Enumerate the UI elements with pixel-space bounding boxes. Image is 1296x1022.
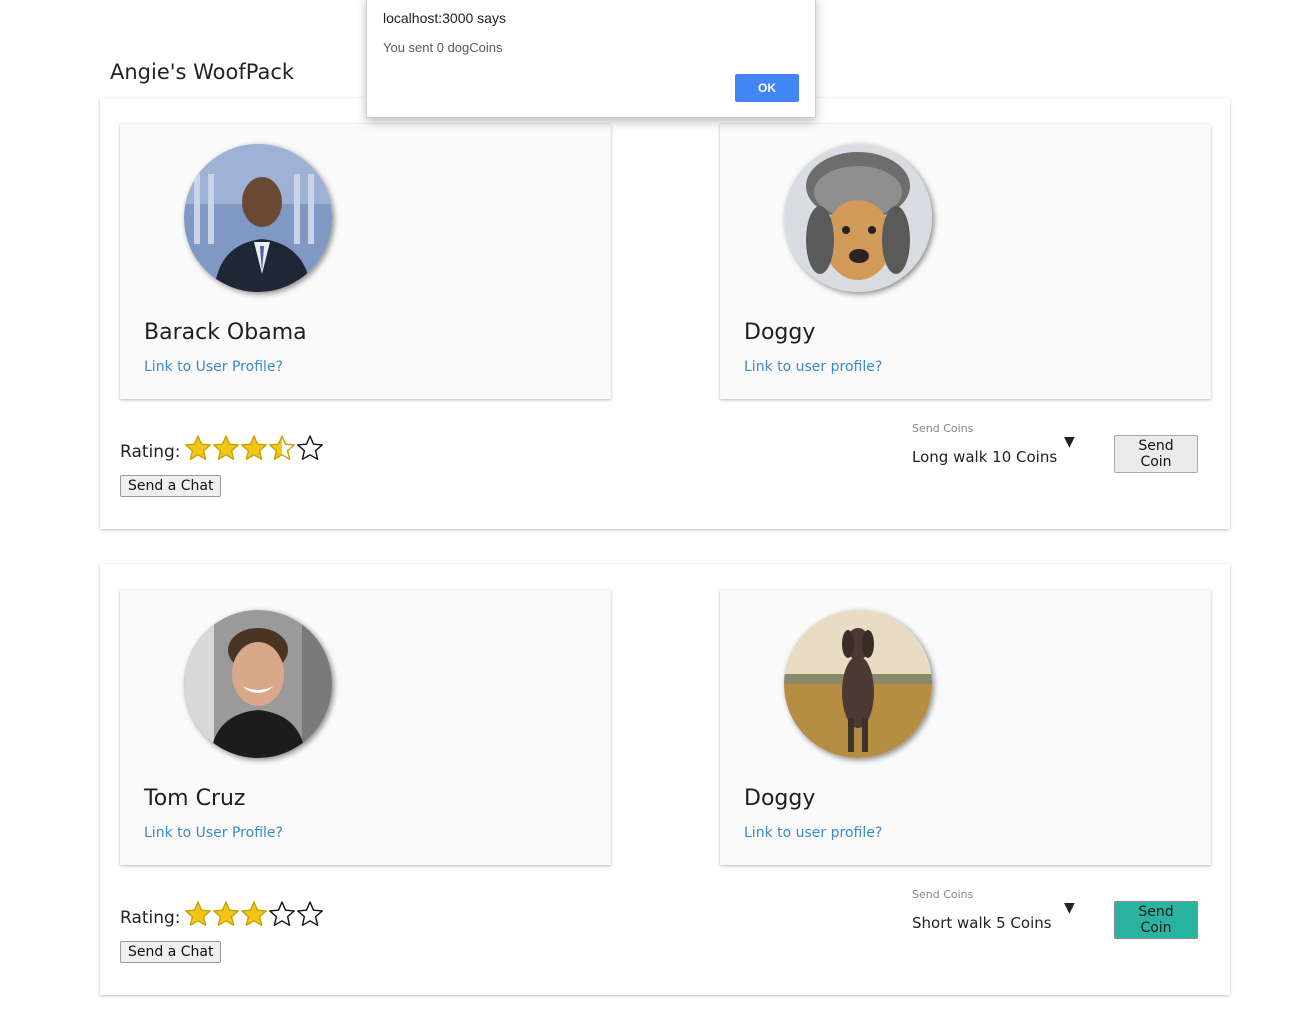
send-coin-button[interactable]: Send Coin	[1114, 435, 1198, 473]
send-chat-button[interactable]: Send a Chat	[120, 475, 222, 497]
dog-avatar	[784, 610, 932, 758]
send-coins-label: Send Coins	[912, 422, 974, 435]
pack-pair-card: Barack Obama Link to User Profile? Doggy…	[100, 98, 1230, 529]
star-half-icon[interactable]	[268, 434, 296, 462]
dog-avatar	[784, 144, 932, 292]
send-coin-button[interactable]: Send Coin	[1114, 901, 1198, 939]
star-filled-icon[interactable]	[184, 900, 212, 928]
dog-card: Doggy Link to user profile?	[720, 590, 1211, 865]
star-filled-icon[interactable]	[240, 900, 268, 928]
dialog-title: localhost:3000 says	[383, 10, 506, 26]
pack-pair-card: Tom Cruz Link to User Profile? Doggy Lin…	[100, 564, 1230, 995]
dog-name: Doggy	[744, 320, 816, 345]
dialog-ok-button[interactable]: OK	[735, 74, 799, 102]
rating-label: Rating:	[120, 908, 181, 928]
dropdown-arrow-icon[interactable]: ▼	[1064, 900, 1075, 916]
star-filled-icon[interactable]	[184, 434, 212, 462]
send-chat-button[interactable]: Send a Chat	[120, 941, 222, 963]
human-name: Barack Obama	[144, 320, 307, 345]
dog-photo-icon	[784, 610, 932, 758]
rating-stars[interactable]	[184, 900, 324, 928]
star-filled-icon[interactable]	[212, 434, 240, 462]
dog-card: Doggy Link to user profile?	[720, 124, 1211, 399]
star-empty-icon[interactable]	[296, 434, 324, 462]
human-avatar	[184, 610, 332, 758]
alert-dialog: localhost:3000 says You sent 0 dogCoins …	[366, 0, 816, 118]
dialog-message: You sent 0 dogCoins	[383, 40, 503, 55]
coin-option-select[interactable]: Long walk 10 Coins	[912, 448, 1057, 466]
dog-profile-link[interactable]: Link to user profile?	[744, 359, 882, 375]
human-profile-link[interactable]: Link to User Profile?	[144, 359, 283, 375]
human-profile-link[interactable]: Link to User Profile?	[144, 825, 283, 841]
star-empty-icon[interactable]	[268, 900, 296, 928]
human-card: Tom Cruz Link to User Profile?	[120, 590, 611, 865]
dog-profile-link[interactable]: Link to user profile?	[744, 825, 882, 841]
human-name: Tom Cruz	[144, 786, 246, 811]
coin-option-select[interactable]: Short walk 5 Coins	[912, 914, 1052, 932]
avatar-photo-icon	[184, 610, 332, 758]
dropdown-arrow-icon[interactable]: ▼	[1064, 434, 1075, 450]
human-avatar	[184, 144, 332, 292]
avatar-photo-icon	[184, 144, 332, 292]
dog-name: Doggy	[744, 786, 816, 811]
dog-photo-icon	[784, 144, 932, 292]
star-filled-icon[interactable]	[240, 434, 268, 462]
page-title: Angie's WoofPack	[110, 60, 295, 84]
star-empty-icon[interactable]	[296, 900, 324, 928]
human-card: Barack Obama Link to User Profile?	[120, 124, 611, 399]
rating-stars[interactable]	[184, 434, 324, 462]
send-coins-label: Send Coins	[912, 888, 974, 901]
star-filled-icon[interactable]	[212, 900, 240, 928]
rating-label: Rating:	[120, 442, 181, 462]
